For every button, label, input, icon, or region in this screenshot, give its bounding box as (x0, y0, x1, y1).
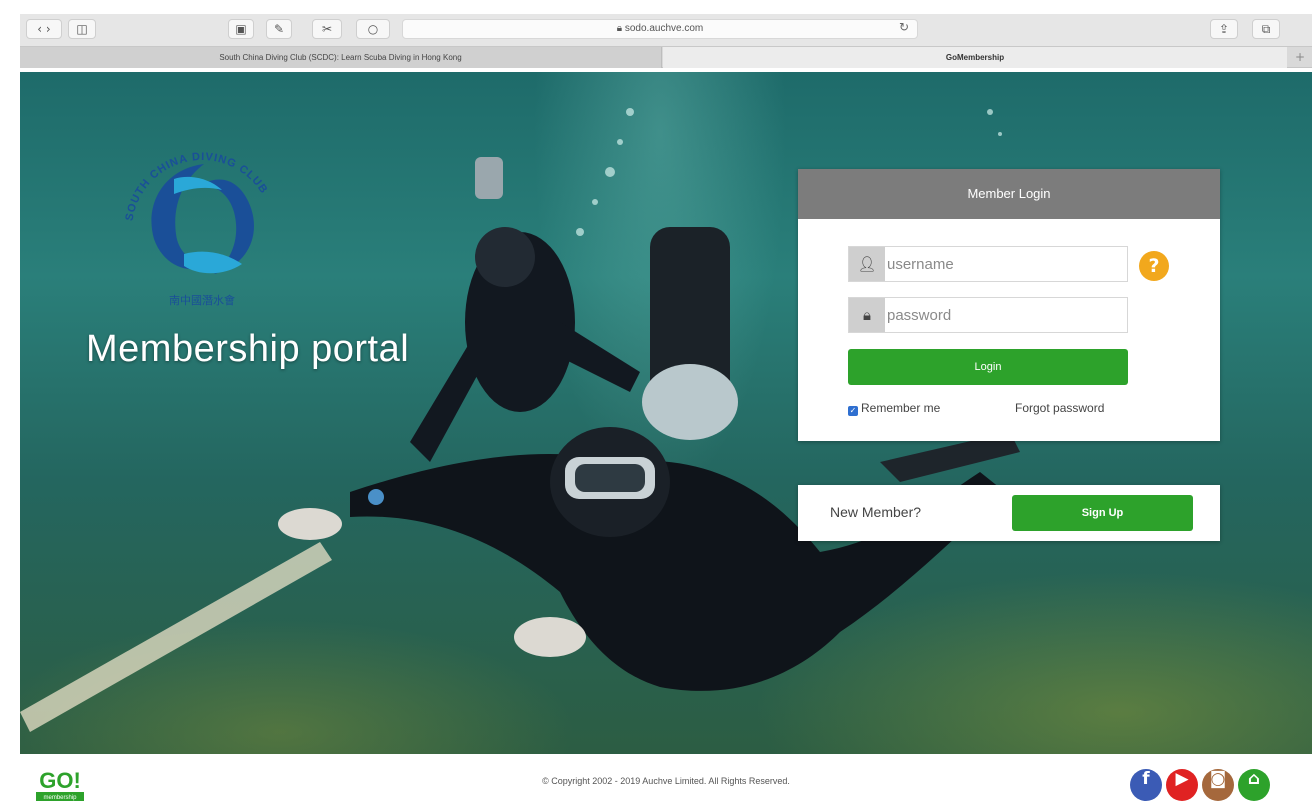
forgot-password-link[interactable]: Forgot password (1015, 401, 1104, 415)
tab-gomembership[interactable]: GoMembership (663, 47, 1287, 68)
extension-icon-4[interactable]: ○ (356, 19, 390, 39)
help-icon[interactable]: ? (1139, 251, 1169, 281)
login-panel: Member Login 👤︎ ? 🔒︎ Login ✓Remember me … (798, 169, 1220, 441)
back-forward-buttons[interactable]: ‹ › (26, 19, 62, 39)
extension-icon-1[interactable]: ▣ (228, 19, 254, 39)
footer: GO! membership © Copyright 2002 - 2019 A… (20, 754, 1312, 808)
password-input[interactable] (887, 301, 1123, 329)
browser-chrome: ‹ › ◫ ▣ ✎ ✂ ○ 🔒︎ sodo.auchve.com ↻ ⇪ ⧉ S… (20, 14, 1312, 72)
tab-bar: South China Diving Club (SCDC): Learn Sc… (20, 46, 1312, 68)
copyright-text: © Copyright 2002 - 2019 Auchve Limited. … (542, 776, 790, 786)
home-icon[interactable]: ⌂ (1238, 769, 1270, 801)
page-title: Membership portal (86, 328, 410, 370)
instagram-icon[interactable]: ◙ (1202, 769, 1234, 801)
facebook-icon[interactable]: f (1130, 769, 1162, 801)
login-panel-header: Member Login (798, 169, 1220, 219)
username-field: 👤︎ (848, 246, 1128, 282)
remember-me[interactable]: ✓ Remember me (848, 401, 940, 416)
address-bar[interactable]: 🔒︎ sodo.auchve.com ↻ (402, 19, 918, 39)
youtube-icon[interactable]: ▶ (1166, 769, 1198, 801)
tabs-overview-icon[interactable]: ⧉ (1252, 19, 1280, 39)
remember-me-label: Remember me (861, 401, 941, 415)
new-tab-button[interactable]: + (1288, 47, 1312, 68)
username-input[interactable] (887, 250, 1123, 278)
login-button[interactable]: Login (848, 349, 1128, 385)
sign-up-button[interactable]: Sign Up (1012, 495, 1193, 531)
hero-background: 南中國潛水會 SOUTH CHINA DIVING CLUB Membershi… (20, 72, 1312, 754)
password-field: 🔒︎ (848, 297, 1128, 333)
extension-icon-2[interactable]: ✎ (266, 19, 292, 39)
new-member-label: New Member? (830, 504, 922, 520)
go-logo-subtext: membership (43, 795, 77, 801)
share-icon[interactable]: ⇪ (1210, 19, 1238, 39)
extension-icon-3[interactable]: ✂ (312, 19, 342, 39)
address-text: sodo.auchve.com (624, 23, 704, 34)
reload-icon[interactable]: ↻ (899, 20, 909, 34)
lock-icon: 🔒︎ (616, 23, 623, 34)
browser-toolbar: ‹ › ◫ ▣ ✎ ✂ ○ 🔒︎ sodo.auchve.com ↻ ⇪ ⧉ (20, 14, 1312, 46)
lock-icon: 🔒︎ (849, 298, 885, 332)
tab-scdc[interactable]: South China Diving Club (SCDC): Learn Sc… (20, 47, 662, 68)
sidebar-toggle-icon[interactable]: ◫ (68, 19, 96, 39)
scdc-logo: 南中國潛水會 SOUTH CHINA DIVING CLUB (124, 151, 269, 307)
logo-chinese-text: 南中國潛水會 (169, 293, 235, 307)
signup-panel: New Member? Sign Up (798, 485, 1220, 541)
remember-me-checkbox[interactable]: ✓ (848, 406, 858, 416)
user-icon: 👤︎ (849, 247, 885, 281)
